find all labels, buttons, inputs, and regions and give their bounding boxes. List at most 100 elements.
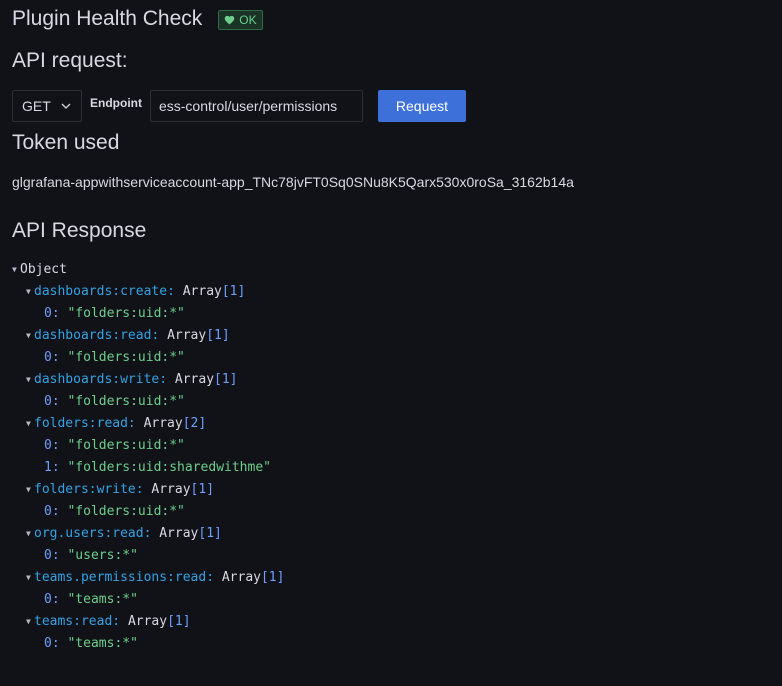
json-item-index: 0	[44, 438, 52, 453]
json-entry[interactable]: ▼ dashboards:write: Array [1]	[12, 369, 284, 391]
caret-down-icon[interactable]: ▼	[26, 325, 34, 347]
json-entry[interactable]: ▼ dashboards:read: Array [1]	[12, 325, 284, 347]
json-entry[interactable]: ▼ org.users:read: Array [1]	[12, 523, 284, 545]
caret-down-icon[interactable]: ▼	[26, 479, 34, 501]
json-item-index: 0	[44, 504, 52, 519]
caret-down-icon[interactable]: ▼	[26, 567, 34, 589]
endpoint-input[interactable]	[149, 90, 363, 122]
caret-down-icon[interactable]: ▼	[26, 413, 34, 435]
json-item-value: "folders:uid:*"	[67, 350, 185, 365]
api-response-heading: API Response	[12, 219, 147, 242]
caret-down-icon[interactable]: ▼	[26, 281, 34, 303]
heart-icon	[225, 15, 235, 25]
token-value: glgrafana-appwithserviceaccount-app_TNc7…	[12, 174, 574, 190]
json-array-item: 1: "folders:uid:sharedwithme"	[12, 457, 284, 479]
request-button[interactable]: Request	[377, 90, 466, 122]
json-item-value: "folders:uid:*"	[67, 306, 185, 321]
page-title: Plugin Health Check	[12, 7, 203, 30]
json-item-value: "folders:uid:sharedwithme"	[67, 460, 271, 475]
json-colon: :	[51, 460, 68, 475]
json-item-value: "teams:*"	[67, 636, 138, 651]
json-array-item: 0: "teams:*"	[12, 633, 284, 655]
json-colon: :	[51, 306, 68, 321]
json-item-value: "users:*"	[67, 548, 138, 563]
json-item-index: 0	[44, 306, 52, 321]
json-colon: :	[206, 570, 215, 585]
json-entry[interactable]: ▼ folders:read: Array [2]	[12, 413, 284, 435]
json-entry-key: folders:read	[34, 416, 128, 431]
json-item-index: 0	[44, 394, 52, 409]
json-entry-type: Array	[143, 416, 183, 431]
json-entry-key: dashboards:write	[34, 372, 160, 387]
json-colon: :	[51, 394, 68, 409]
json-entry-count: [1]	[214, 372, 238, 387]
json-entry-count: [1]	[190, 482, 215, 497]
json-entry-type: Array	[182, 284, 222, 299]
json-entry-key: teams:read	[34, 614, 113, 629]
json-item-index: 1	[44, 460, 52, 475]
json-entry-key: dashboards:create	[34, 284, 168, 299]
method-select[interactable]: GET	[12, 90, 82, 122]
status-badge-label: OK	[239, 13, 257, 27]
json-colon: :	[127, 416, 136, 431]
json-entry[interactable]: ▼ teams:read: Array [1]	[12, 611, 284, 633]
json-item-value: "teams:*"	[67, 592, 138, 607]
api-request-heading: API request:	[12, 49, 128, 72]
caret-down-icon[interactable]: ▼	[12, 259, 20, 281]
json-array-item: 0: "folders:uid:*"	[12, 435, 284, 457]
request-row: GET Endpoint Request	[12, 90, 466, 122]
plugin-health-page: Plugin Health Check OK API request: GET …	[12, 0, 782, 686]
caret-down-icon[interactable]: ▼	[26, 611, 34, 633]
json-array-item: 0: "teams:*"	[12, 589, 284, 611]
json-entries: ▼ dashboards:create: Array [1] 0: "folders:…	[12, 281, 284, 655]
json-colon: :	[167, 284, 175, 299]
json-entry[interactable]: ▼ folders:write: Array [1]	[12, 479, 284, 501]
json-item-value: "folders:uid:*"	[67, 438, 185, 453]
json-entry-type: Array	[174, 372, 215, 387]
status-badge: OK	[218, 10, 263, 30]
token-used-heading: Token used	[12, 131, 120, 154]
json-entry-type: Array	[167, 328, 207, 343]
json-entry-key: folders:write	[34, 482, 136, 497]
json-colon: :	[51, 350, 68, 365]
json-array-item: 0: "folders:uid:*"	[12, 347, 284, 369]
json-root-label: Object	[20, 262, 67, 277]
json-root[interactable]: ▼ Object	[12, 259, 284, 281]
json-item-index: 0	[44, 636, 52, 651]
json-array-item: 0: "folders:uid:*"	[12, 303, 284, 325]
json-item-index: 0	[44, 548, 52, 563]
json-entry[interactable]: ▼ dashboards:create: Array [1]	[12, 281, 284, 303]
json-entry-key: dashboards:read	[34, 328, 152, 343]
json-colon: :	[51, 592, 68, 607]
json-item-value: "folders:uid:*"	[67, 504, 185, 519]
json-entry-count: [1]	[167, 614, 191, 629]
json-tree: ▼ Object ▼ dashboards:create: Array [1] 0: …	[12, 259, 284, 655]
caret-down-icon[interactable]: ▼	[26, 369, 34, 391]
json-entry-type: Array	[151, 482, 191, 497]
json-entry-count: [1]	[221, 284, 246, 299]
method-select-value: GET	[22, 98, 51, 114]
json-colon: :	[135, 482, 144, 497]
json-array-item: 0: "folders:uid:*"	[12, 501, 284, 523]
chevron-down-icon	[61, 103, 71, 109]
json-colon: :	[143, 526, 152, 541]
json-colon: :	[112, 614, 121, 629]
json-item-index: 0	[44, 350, 52, 365]
json-colon: :	[151, 328, 160, 343]
title-row: Plugin Health Check OK	[12, 6, 263, 32]
json-entry-count: [2]	[182, 416, 207, 431]
json-array-item: 0: "folders:uid:*"	[12, 391, 284, 413]
json-entry[interactable]: ▼ teams.permissions:read: Array [1]	[12, 567, 284, 589]
json-entry-type: Array	[127, 614, 168, 629]
json-array-item: 0: "users:*"	[12, 545, 284, 567]
caret-down-icon[interactable]: ▼	[26, 523, 34, 545]
json-entry-type: Array	[159, 526, 199, 541]
json-colon: :	[51, 548, 68, 563]
json-colon: :	[51, 438, 68, 453]
json-colon: :	[51, 636, 68, 651]
json-entry-type: Array	[221, 570, 261, 585]
json-entry-count: [1]	[260, 570, 285, 585]
json-entry-count: [1]	[206, 328, 230, 343]
json-entry-key: teams.permissions:read	[34, 570, 207, 585]
endpoint-label: Endpoint	[90, 96, 142, 110]
